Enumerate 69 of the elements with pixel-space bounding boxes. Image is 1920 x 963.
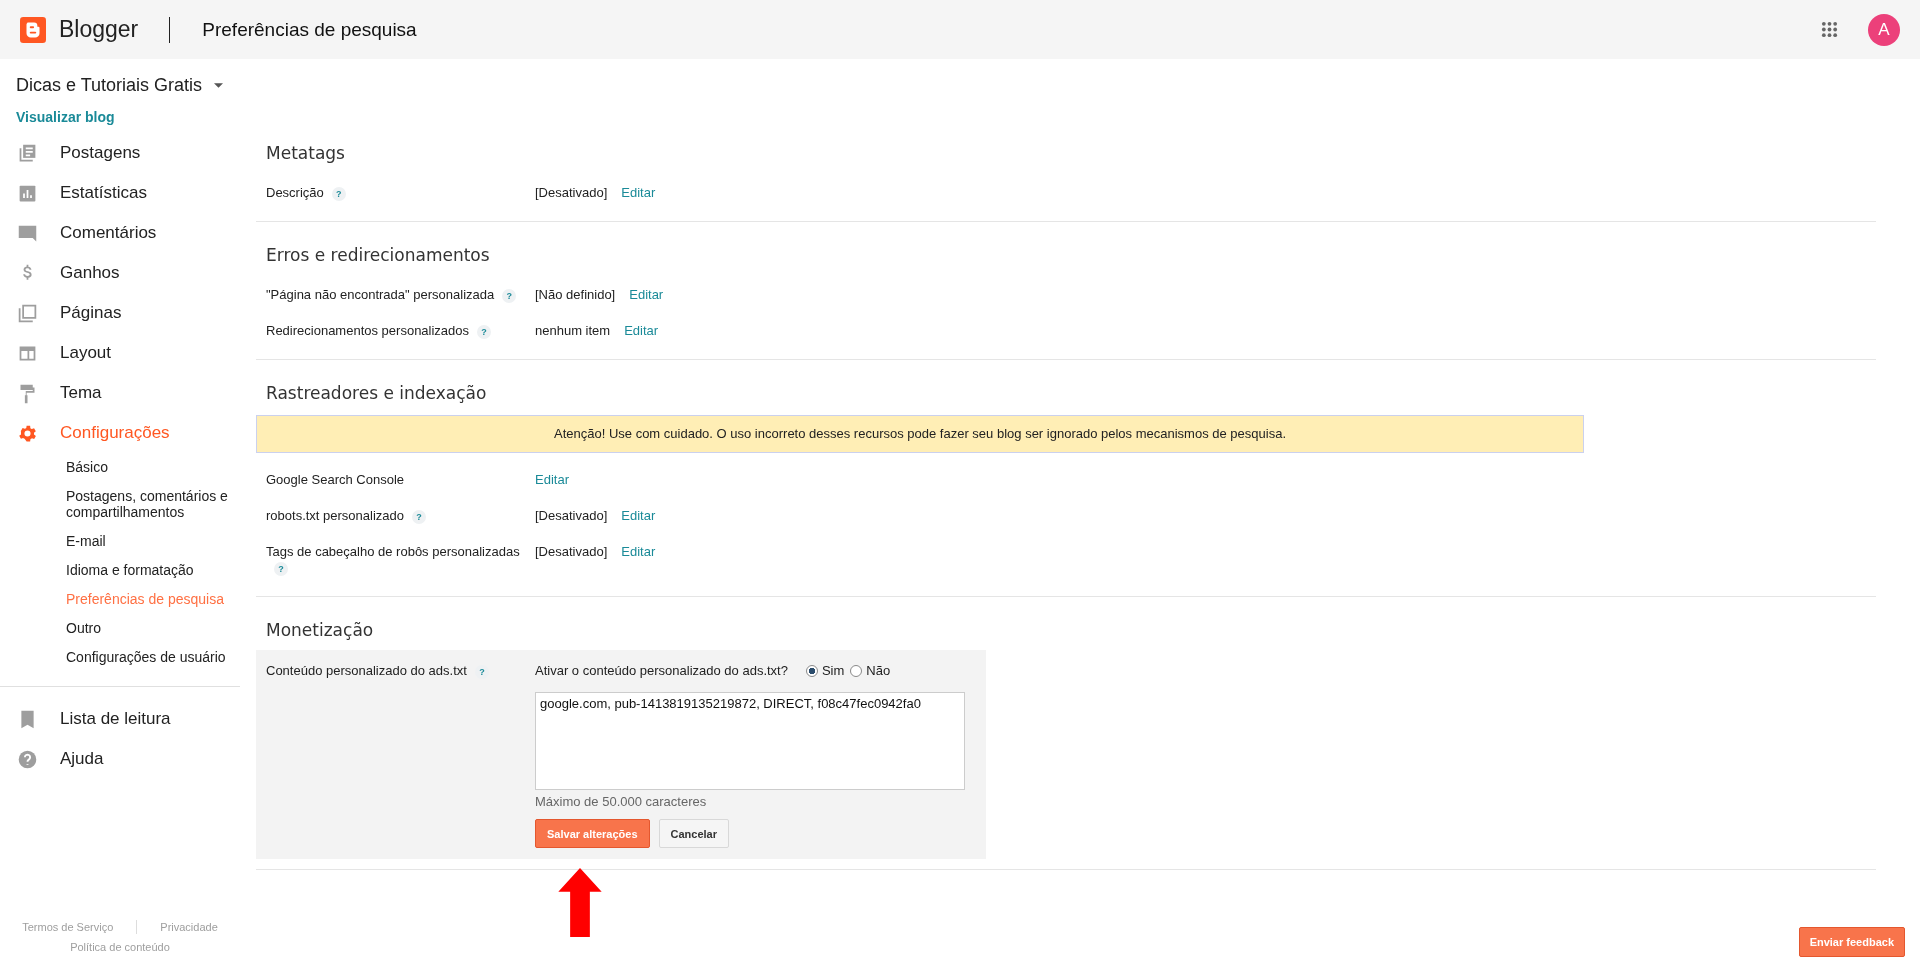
section-heading: Erros e redirecionamentos (265, 244, 491, 265)
help-icon (17, 748, 38, 770)
help-badge[interactable]: ? (477, 325, 492, 339)
nav-item[interactable]: Layout (0, 333, 240, 373)
settings-subitem[interactable]: Básico (0, 453, 240, 482)
radio-option[interactable]: Sim (805, 663, 845, 678)
edit-link[interactable]: Editar (621, 508, 656, 524)
edit-link[interactable]: Editar (629, 287, 664, 303)
settings-subitem[interactable]: Postagens, comentários e compartilhamentos (0, 482, 240, 527)
save-button[interactable]: Salvar alterações (535, 819, 650, 848)
help-badge[interactable]: ? (502, 289, 517, 303)
content-policy-link[interactable]: Política de conteúdo (70, 941, 170, 953)
setting-label: robots.txt personalizado ? (266, 508, 427, 524)
edit-link[interactable]: Editar (624, 323, 659, 339)
cancel-button[interactable]: Cancelar (658, 819, 729, 848)
nav-item[interactable]: Tema (0, 373, 240, 413)
help-badge[interactable]: ? (474, 665, 489, 679)
character-limit-hint: Máximo de 50.000 caracteres (535, 794, 708, 809)
question-text: Ativar o conteúdo personalizado do ads.txt? (535, 663, 788, 678)
blog-selector[interactable]: Dicas e Tutoriais Gratis (0, 59, 240, 97)
section-heading: Rastreadores e indexação (265, 382, 488, 403)
arrow-drawing (558, 868, 602, 937)
apps-grid-icon[interactable] (1821, 21, 1838, 38)
setting-label: Tags de cabeçalho de robôs personalizadas ? (266, 544, 521, 576)
caret-icon (214, 82, 224, 88)
stacked-pages-icon (17, 142, 38, 164)
setting-label: Descrição ? (266, 185, 346, 201)
page-title: Preferências de pesquisa (202, 18, 417, 41)
settings-subitem[interactable]: Configurações de usuário (0, 643, 240, 672)
setting-value: [Não definido] (535, 287, 616, 303)
settings-subitem[interactable]: Idioma e formatação (0, 556, 240, 585)
help-badge[interactable]: ? (412, 510, 427, 524)
help-badge[interactable]: ? (331, 187, 346, 201)
edit-link[interactable]: Editar (621, 544, 656, 560)
help-badge[interactable]: ? (274, 562, 288, 576)
pages-icon (17, 302, 38, 324)
section-heading: Metatags (265, 143, 346, 163)
nav-item[interactable]: Lista de leitura (0, 699, 240, 739)
view-blog-link[interactable]: Visualizar blog (0, 97, 240, 125)
setting-value: [Desativado] (535, 508, 608, 524)
radio-option[interactable]: Não (850, 663, 891, 678)
edit-link[interactable]: Editar (535, 472, 569, 488)
feedback-button[interactable]: Enviar feedback (1798, 927, 1905, 957)
nav-item[interactable]: Postagens (0, 133, 240, 173)
nav-item[interactable]: Estatísticas (0, 173, 240, 213)
warning-banner: Atenção! Use com cuidado. O uso incorreto desses recursos pode fazer seu blog ser ignorado pelos mecanismos de pesquisa. (256, 415, 1584, 453)
settings-subitem[interactable]: Outro (0, 614, 240, 643)
blogger-logo-icon[interactable] (20, 16, 46, 43)
edit-link[interactable]: Editar (621, 185, 656, 201)
setting-value: [Desativado] (535, 185, 608, 201)
setting-label: Google Search Console (266, 472, 405, 488)
settings-subitem[interactable]: E-mail (0, 527, 240, 556)
setting-label: "Página não encontrada" personalizada ? (266, 287, 517, 303)
setting-value: nenhum item (535, 323, 611, 339)
privacy-link[interactable]: Privacidade (160, 921, 218, 933)
ads-text-field[interactable]: google.com, pub-1413819135219872, DIRECT, f08c47fec0942fa0 (535, 692, 965, 790)
nav-item[interactable]: Ajuda (0, 739, 240, 779)
setting-label: Conteúdo personalizado do ads.txt ? (266, 663, 489, 679)
terms-link[interactable]: Termos de Serviço (22, 921, 114, 933)
nav-item[interactable]: Comentários (0, 213, 240, 253)
app-name: Blogger (59, 16, 139, 43)
settings-subitem[interactable]: Preferências de pesquisa (0, 585, 240, 614)
nav-item[interactable]: Configurações (0, 413, 240, 453)
setting-label: Redirecionamentos personalizados ? (266, 323, 492, 339)
nav-item[interactable]: Páginas (0, 293, 240, 333)
setting-value: [Desativado] (535, 544, 608, 560)
nav-item[interactable]: Ganhos (0, 253, 240, 293)
account-avatar[interactable]: A (1868, 13, 1900, 46)
section-heading: Monetização (265, 619, 375, 640)
